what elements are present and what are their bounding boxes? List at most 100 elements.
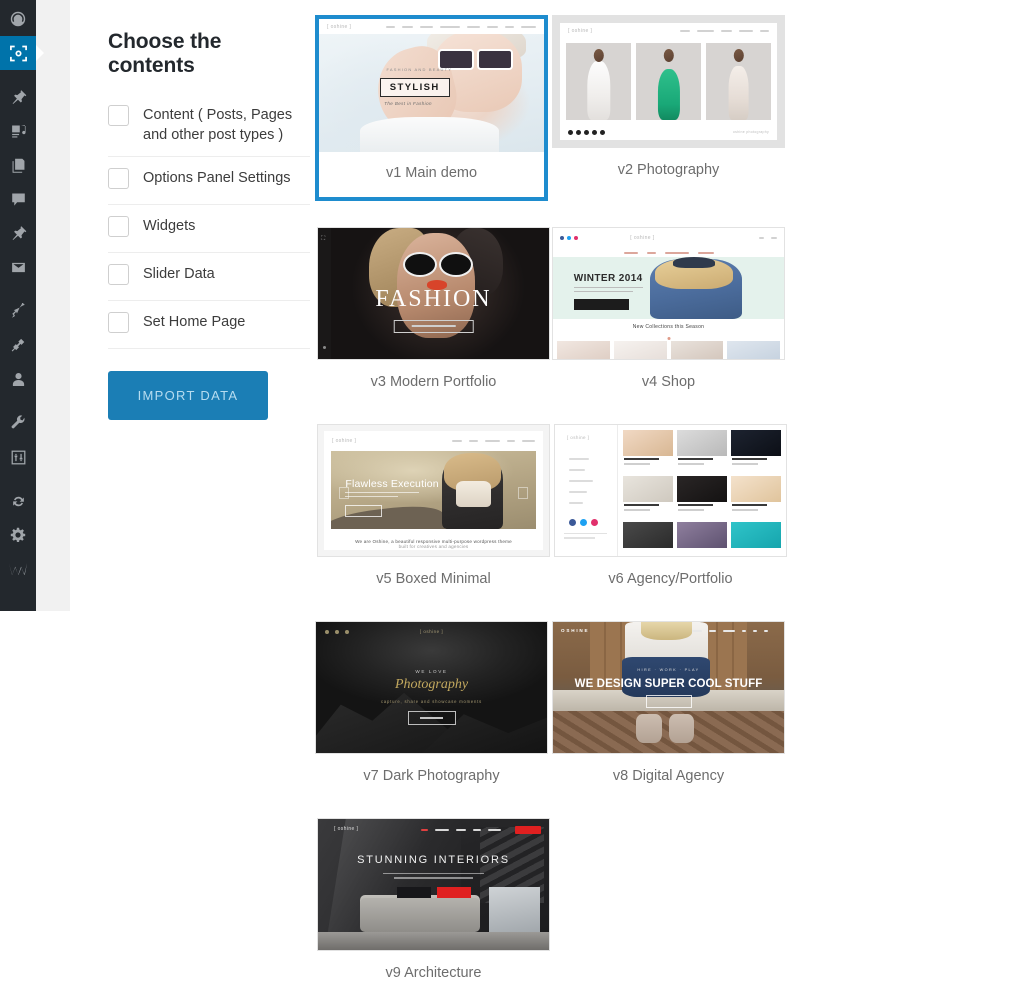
demo-card-v5[interactable]: [ oshine ] Flawless Execution We are Osh… xyxy=(317,424,550,595)
option-label-slider-data: Slider Data xyxy=(143,266,215,282)
demo-card-v4[interactable]: [ oshine ] WINTER 2014 New Collections t… xyxy=(552,227,785,398)
mock-pager xyxy=(568,130,605,135)
plug-icon xyxy=(10,337,27,354)
wrench-icon xyxy=(10,414,27,432)
pin-icon xyxy=(10,89,27,106)
pin-icon xyxy=(10,225,27,242)
mock-logo-icon: [ oshine ] xyxy=(332,438,357,444)
import-data-button[interactable]: IMPORT DATA xyxy=(108,371,268,420)
demo-v7-headline: Photography xyxy=(394,677,469,693)
demo-thumbnail-v8: OSHINE HIRE · WORK · PLAY WE DESIGN SUPE… xyxy=(552,621,785,754)
sidebar-item-portfolio[interactable] xyxy=(0,216,36,250)
demo-card-v9[interactable]: [ oshine ] STUNNING INTERIORS v9 Archite… xyxy=(317,818,550,989)
mock-nav xyxy=(759,237,777,239)
demo-thumbnail-v4: [ oshine ] WINTER 2014 New Collections t… xyxy=(552,227,785,360)
sidebar-item-contact[interactable] xyxy=(0,250,36,284)
demo-v1-headline: STYLISH xyxy=(379,77,450,97)
comment-icon xyxy=(10,191,27,208)
option-label-set-home-page: Set Home Page xyxy=(143,314,246,330)
sliders-icon xyxy=(10,449,27,466)
page-gutter xyxy=(36,0,70,611)
sidebar-item-users[interactable] xyxy=(0,362,36,396)
demo-label-v3: v3 Modern Portfolio xyxy=(370,374,497,390)
gear-icon xyxy=(9,526,27,544)
sidebar-item-options-gear[interactable] xyxy=(0,518,36,552)
sidebar-item-plugins[interactable] xyxy=(0,328,36,362)
demo-thumbnail-v9: [ oshine ] STUNNING INTERIORS xyxy=(317,818,550,951)
sidebar-item-updates[interactable] xyxy=(0,484,36,518)
mock-logo-icon: [ oshine ] xyxy=(334,826,359,832)
sidebar-item-pages[interactable] xyxy=(0,148,36,182)
content-options-list: Content ( Posts, Pages and other post ty… xyxy=(108,94,310,349)
m-logo-icon xyxy=(8,561,28,577)
sidebar-item-tools[interactable] xyxy=(0,406,36,440)
demo-card-v2[interactable]: [ oshine ] oshine photography v2 Photogr… xyxy=(552,15,785,201)
demo-card-v1[interactable]: FASHION AND BEAUTY STYLISH The Best in F… xyxy=(315,15,548,201)
option-row-slider-data[interactable]: Slider Data xyxy=(108,253,310,301)
media-icon xyxy=(10,123,27,140)
checkbox-content[interactable] xyxy=(108,105,129,126)
demo-card-v3[interactable]: FASHION ⛶ v3 Modern Portfolio xyxy=(317,227,550,398)
mock-nav xyxy=(421,829,501,831)
mock-logo-icon: [ oshine ] xyxy=(419,629,444,634)
sidebar-item-comments[interactable] xyxy=(0,182,36,216)
demo-v7-eyebrow: WE LOVE xyxy=(415,669,448,675)
demo-v3-headline: FASHION xyxy=(375,285,492,312)
demo-v8-brand: OSHINE xyxy=(561,628,590,633)
sidebar-item-posts[interactable] xyxy=(0,80,36,114)
mock-nav xyxy=(569,458,603,513)
demo-v1-eyebrow: FASHION AND BEAUTY xyxy=(386,66,453,72)
pages-icon xyxy=(10,157,27,174)
mock-menu xyxy=(553,248,784,257)
mock-nav xyxy=(386,25,536,28)
demo-label-v2: v2 Photography xyxy=(617,162,720,178)
sidebar-item-brand-logo[interactable] xyxy=(0,552,36,586)
demo-label-v7: v7 Dark Photography xyxy=(363,768,500,784)
demo-v8-headline: WE DESIGN SUPER COOL STUFF xyxy=(574,678,763,691)
demo-label-v9: v9 Architecture xyxy=(385,965,482,981)
demo-label-v4: v4 Shop xyxy=(641,374,696,390)
demo-v4-headline: WINTER 2014 xyxy=(573,273,643,285)
wp-admin-sidebar xyxy=(0,0,36,611)
demo-thumbnail-v5: [ oshine ] Flawless Execution We are Osh… xyxy=(317,424,550,557)
sidebar-item-oshine-options[interactable] xyxy=(0,36,36,70)
option-label-content: Content ( Posts, Pages and other post ty… xyxy=(143,107,293,143)
fullscreen-brackets-icon xyxy=(9,44,28,63)
demo-thumbnail-v7: [ oshine ] WE LOVE Photography capture, … xyxy=(315,621,548,754)
option-row-set-home-page[interactable]: Set Home Page xyxy=(108,301,310,349)
checkbox-slider-data[interactable] xyxy=(108,264,129,285)
mock-nav xyxy=(692,630,768,632)
import-options-panel: Choose the contents Content ( Posts, Pag… xyxy=(70,0,310,611)
checkbox-widgets[interactable] xyxy=(108,216,129,237)
demo-label-v8: v8 Digital Agency xyxy=(612,768,725,784)
mock-social-dots xyxy=(325,630,349,634)
demo-card-v8[interactable]: OSHINE HIRE · WORK · PLAY WE DESIGN SUPE… xyxy=(552,621,785,792)
demo-thumbnail-v6: [ oshine ] xyxy=(554,424,787,557)
demo-card-v7[interactable]: [ oshine ] WE LOVE Photography capture, … xyxy=(315,621,548,792)
option-row-options-panel[interactable]: Options Panel Settings xyxy=(108,157,310,205)
sidebar-item-dashboard[interactable] xyxy=(0,2,36,36)
demo-thumbnail-v2: [ oshine ] oshine photography xyxy=(552,15,785,148)
admin-screen: Choose the contents Content ( Posts, Pag… xyxy=(0,0,1024,981)
mock-logo-icon: [ oshine ] xyxy=(327,23,352,30)
demo-label-v5: v5 Boxed Minimal xyxy=(376,571,491,587)
option-row-content[interactable]: Content ( Posts, Pages and other post ty… xyxy=(108,94,310,157)
checkbox-options-panel[interactable] xyxy=(108,168,129,189)
demo-label-v1: v1 Main demo xyxy=(385,165,478,181)
option-label-options-panel: Options Panel Settings xyxy=(143,170,291,186)
sidebar-item-media[interactable] xyxy=(0,114,36,148)
mock-nav xyxy=(452,440,535,442)
checkbox-set-home-page[interactable] xyxy=(108,312,129,333)
demo-v1-tagline: The Best in Fashion xyxy=(384,101,432,107)
demo-card-v6[interactable]: [ oshine ] v6 Agency/Portfolio xyxy=(554,424,787,595)
mock-logo-icon: [ oshine ] xyxy=(568,27,593,34)
main-content: Choose the contents Content ( Posts, Pag… xyxy=(70,0,1024,981)
demo-thumbnail-v1: FASHION AND BEAUTY STYLISH The Best in F… xyxy=(319,19,544,152)
dashboard-icon xyxy=(9,10,27,28)
sidebar-item-appearance[interactable] xyxy=(0,294,36,328)
option-label-widgets: Widgets xyxy=(143,218,196,234)
page-title: Choose the contents xyxy=(108,30,222,77)
expand-icon: ⛶ xyxy=(321,236,326,242)
sidebar-item-settings-sliders[interactable] xyxy=(0,440,36,474)
option-row-widgets[interactable]: Widgets xyxy=(108,205,310,253)
